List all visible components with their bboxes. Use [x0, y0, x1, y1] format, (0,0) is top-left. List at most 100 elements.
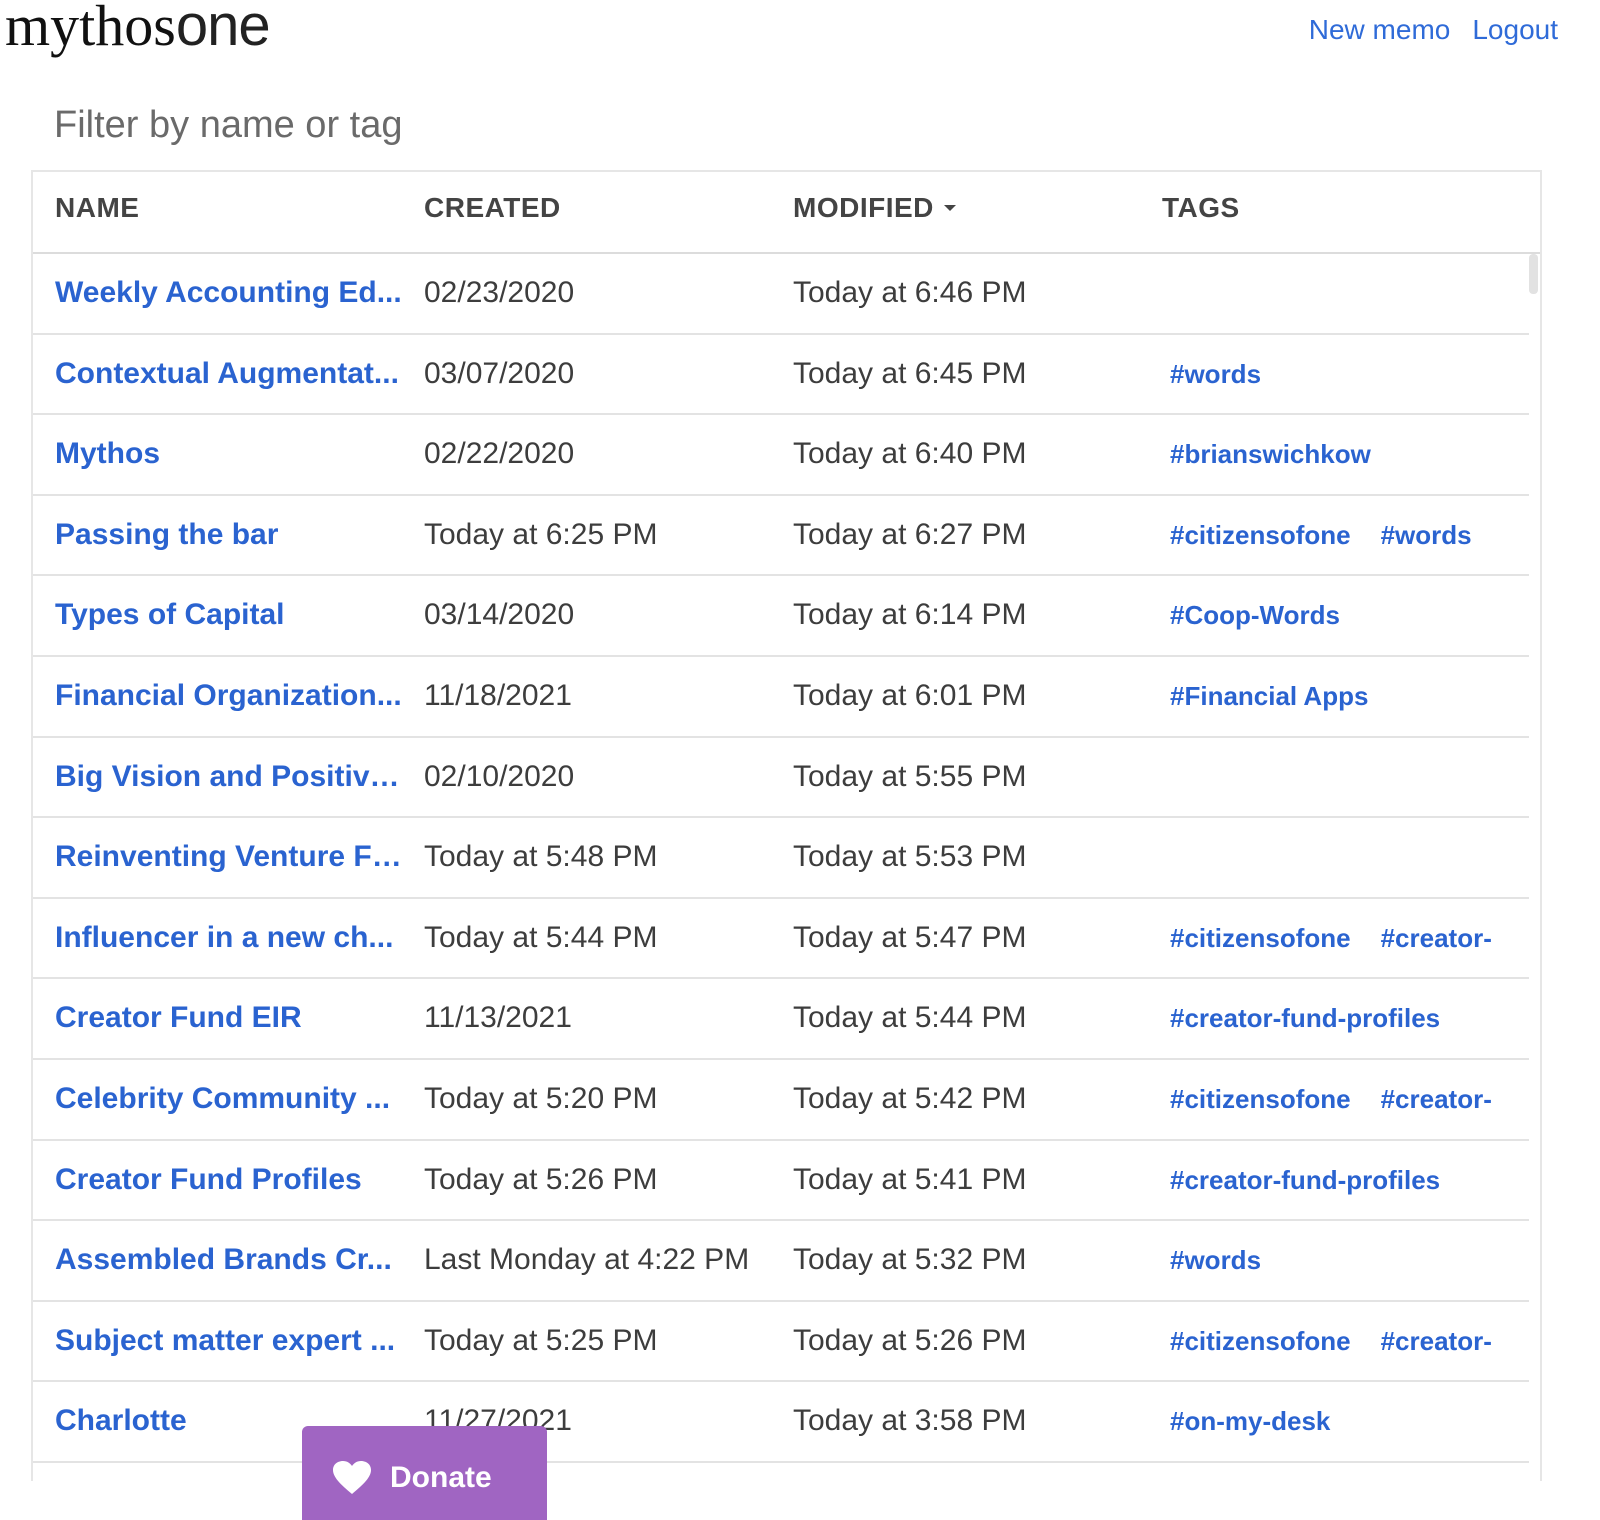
table-row[interactable]: Influencer in a new ch... Today at 5:44 P… [33, 899, 1529, 980]
filter-input[interactable] [54, 104, 754, 147]
donate-label: Donate [390, 1461, 492, 1494]
table-row[interactable]: Creator Fund Profiles Today at 5:26 PM Tod… [33, 1141, 1529, 1222]
memo-created: 02/10/2020 [424, 759, 575, 793]
memo-modified: Today at 5:44 PM [793, 1001, 1027, 1035]
column-header-created[interactable]: CREATED [424, 192, 561, 224]
memo-created: Last Monday at 4:22 PM [424, 1243, 750, 1277]
table-row[interactable]: Mythos 02/22/2020 Today at 6:40 PM #briansw… [33, 415, 1529, 496]
tag-link[interactable]: #creator- [1381, 1060, 1492, 1138]
tag-link[interactable]: #Coop-Words [1170, 576, 1340, 654]
memo-tags: #brianswichkow [1170, 415, 1520, 493]
table-row[interactable]: Assembled Brands Cr... Last Monday at 4:2… [33, 1221, 1529, 1302]
memo-modified: Today at 6:45 PM [793, 356, 1027, 390]
memo-tags: #citizensofone #creator- [1170, 899, 1520, 977]
table-row[interactable]: Reinventing Venture Fi... Today at 5:48 P… [33, 818, 1529, 899]
memo-name-link[interactable]: Creator Fund Profiles [55, 1141, 405, 1219]
table-row[interactable]: Charlotte 11/27/2021 Today at 3:58 PM #on-m… [33, 1382, 1529, 1463]
memo-tags: #words [1170, 1221, 1520, 1299]
tag-link[interactable]: #on-my-desk [1170, 1382, 1330, 1460]
memo-tags: #words [1170, 335, 1520, 413]
column-header-name[interactable]: NAME [55, 192, 139, 224]
table-row[interactable]: Financial Organization... 11/18/2021 Today… [33, 657, 1529, 738]
memo-modified: Today at 6:14 PM [793, 598, 1027, 632]
tag-link[interactable]: #creator- [1381, 899, 1492, 977]
table-row[interactable]: Creator Fund EIR 11/13/2021 Today at 5:44 … [33, 979, 1529, 1060]
memo-modified: Today at 5:53 PM [793, 840, 1027, 874]
memo-name-link[interactable]: Passing the bar [55, 496, 405, 574]
memo-name-link[interactable]: Types of Capital [55, 576, 405, 654]
memo-modified: Today at 6:46 PM [793, 276, 1027, 309]
tag-link[interactable]: #citizensofone [1170, 1302, 1351, 1380]
scrollbar-thumb[interactable] [1529, 254, 1538, 294]
tag-link[interactable]: #brianswichkow [1170, 415, 1371, 493]
memo-name-link[interactable]: Assembled Brands Cr... [55, 1221, 405, 1299]
memo-name-link[interactable]: Mythos [55, 415, 405, 493]
memo-name-link[interactable]: Big Vision and Positive... [55, 738, 405, 816]
memo-modified: Today at 6:01 PM [793, 678, 1027, 712]
memo-tags: #citizensofone #creator- [1170, 1302, 1520, 1380]
memo-name-link[interactable]: Financial Organization... [55, 657, 405, 735]
memo-modified: Today at 5:41 PM [793, 1162, 1027, 1196]
table-row[interactable]: Types of Capital 03/14/2020 Today at 6:14 … [33, 576, 1529, 657]
memo-name-link[interactable]: Weekly Accounting Ed... [55, 254, 405, 332]
memo-name-link[interactable]: Subject matter expert ... [55, 1302, 405, 1380]
app-logo[interactable]: mythosone [5, 0, 271, 58]
memo-modified: Today at 5:32 PM [793, 1243, 1027, 1277]
table-row[interactable]: Passing the bar Today at 6:25 PM Today at … [33, 496, 1529, 577]
donate-button[interactable]: Donate [302, 1426, 547, 1520]
memo-name-link[interactable]: Influencer in a new ch... [55, 899, 405, 977]
table-row[interactable]: Weekly Accounting Ed... 02/23/2020 Today a… [33, 254, 1529, 335]
memo-created: Today at 5:44 PM [424, 920, 658, 954]
tag-link[interactable]: #words [1381, 496, 1472, 574]
heart-icon [333, 1461, 371, 1494]
memo-created: 11/13/2021 [424, 1001, 572, 1035]
memo-modified: Today at 5:55 PM [793, 759, 1027, 793]
memo-name-link[interactable]: Creator Fund EIR [55, 979, 405, 1057]
memo-name-link[interactable]: Contextual Augmentat... [55, 335, 405, 413]
memo-tags: #on-my-desk [1170, 1382, 1520, 1460]
logout-link[interactable]: Logout [1472, 12, 1558, 48]
memo-created: Today at 6:25 PM [424, 517, 658, 551]
top-nav: New memo Logout [1309, 12, 1558, 48]
memo-name-link[interactable]: Celebrity Community ... [55, 1060, 405, 1138]
memo-tags: #creator-fund-profiles [1170, 979, 1520, 1057]
memo-modified: Today at 3:58 PM [793, 1404, 1027, 1438]
memo-tags: #creator-fund-profiles [1170, 1141, 1520, 1219]
memo-tags [1170, 254, 1520, 332]
memo-created: Today at 5:20 PM [424, 1081, 658, 1115]
memo-modified: Today at 5:26 PM [793, 1323, 1027, 1357]
tag-link[interactable]: #citizensofone [1170, 899, 1351, 977]
column-header-tags-label: TAGS [1162, 192, 1240, 223]
table-header: NAME CREATED MODIFIED TAGS [33, 172, 1540, 254]
memo-modified: Today at 5:47 PM [793, 920, 1027, 954]
memo-modified: Today at 6:27 PM [793, 517, 1027, 551]
table-row[interactable]: Contextual Augmentat... 03/07/2020 Today a… [33, 335, 1529, 416]
tag-link[interactable]: #words [1170, 335, 1261, 413]
memo-created: 03/07/2020 [424, 356, 575, 390]
tag-link[interactable]: #words [1170, 1221, 1261, 1299]
tag-link[interactable]: #Financial Apps [1170, 657, 1368, 735]
memo-tags [1170, 738, 1520, 816]
column-header-modified[interactable]: MODIFIED [793, 192, 956, 224]
memo-tags: #citizensofone #words [1170, 496, 1520, 574]
tag-link[interactable]: #citizensofone [1170, 496, 1351, 574]
table-row[interactable]: Big Vision and Positive... 02/10/2020 Toda… [33, 738, 1529, 819]
tag-link[interactable]: #citizensofone [1170, 1060, 1351, 1138]
tag-link[interactable]: #creator-fund-profiles [1170, 979, 1440, 1057]
table-row[interactable]: Celebrity Community ... Today at 5:20 PM T… [33, 1060, 1529, 1141]
logo-main-text: mythos [5, 0, 176, 58]
memo-modified: Today at 5:42 PM [793, 1081, 1027, 1115]
memo-name-link[interactable]: Reinventing Venture Fi... [55, 818, 405, 896]
memo-tags: #Financial Apps [1170, 657, 1520, 735]
new-memo-link[interactable]: New memo [1309, 12, 1451, 48]
memo-created: 02/22/2020 [424, 437, 575, 471]
memo-tags [1170, 818, 1520, 896]
memo-created: Today at 5:25 PM [424, 1323, 658, 1357]
column-header-tags[interactable]: TAGS [1162, 192, 1240, 224]
memo-created: 11/18/2021 [424, 678, 572, 712]
tag-link[interactable]: #creator- [1381, 1302, 1492, 1380]
memo-created: Today at 5:48 PM [424, 840, 658, 874]
memo-tags: #Coop-Words [1170, 576, 1520, 654]
tag-link[interactable]: #creator-fund-profiles [1170, 1141, 1440, 1219]
table-row[interactable]: Subject matter expert ... Today at 5:25 P… [33, 1302, 1529, 1383]
